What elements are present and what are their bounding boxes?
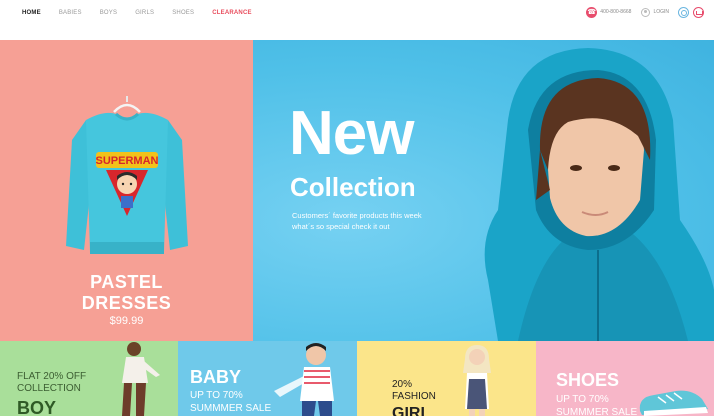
cat-girl-line1: 20% [392,379,413,390]
cat-shoes-promo: UP TO 70% SUMMMER SALE [556,393,637,416]
nav-home[interactable]: HOME [22,10,41,16]
cat-baby-promo: UP TO 70% SUMMMER SALE [190,389,271,415]
category-girl[interactable]: 20% FASHION GIRL [357,341,536,416]
search-icon[interactable] [678,6,689,18]
nav-girls[interactable]: GIRLS [135,10,154,16]
user-icon[interactable] [641,7,651,17]
main-nav: HOME BABIES BOYS GIRLS SHOES CLEARANCE [22,10,270,16]
cat-baby-title: BABY [190,367,242,387]
cat-girl-promo: 20% FASHION [392,379,436,403]
hero-tagline-line1: Customers´ favorite products this week [292,211,422,220]
hero-subtitle: Collection [290,172,416,202]
cat-shoes-line2: SUMMMER SALE [556,407,638,416]
nav-shoes[interactable]: SHOES [172,10,194,16]
pastel-dresses-banner[interactable]: SUPERMAN PASTEL DRESSES $99.99 [0,40,253,341]
phone-number: 400-800-8668 [600,9,632,15]
cat-boy-promo: FLAT 20% OFF COLLECTION [17,371,86,395]
sweater-image: SUPERMAN [66,96,188,254]
site-header: HOME BABIES BOYS GIRLS SHOES CLEARANCE ☎… [0,0,714,40]
nav-boys[interactable]: BOYS [100,10,117,16]
hero-tagline: Customers´ favorite products this week w… [292,210,482,232]
pastel-title-line1: PASTEL [90,272,163,292]
category-baby[interactable]: BABY UP TO 70% SUMMMER SALE [178,341,357,416]
girl-figure-image [463,345,491,416]
cat-girl-line2: FASHION [392,391,436,402]
cat-shoes-title: SHOES [556,370,620,390]
cat-girl-title: GIRL [392,405,431,416]
new-collection-banner[interactable]: New Collection Customers´ favorite produ… [253,40,714,341]
pastel-title-line2: DRESSES [81,293,172,313]
phone-icon: ☎ [586,6,598,18]
hero-tagline-line2: what´s so special check it out [292,222,390,231]
hero-title: New [289,99,414,168]
boy-model-image [484,48,714,341]
cat-baby-line1: UP TO 70% [190,390,243,401]
baby-boy-figure-image [274,343,334,416]
pastel-title: PASTEL DRESSES [0,272,253,314]
cart-icon[interactable] [693,6,704,18]
pastel-price: $99.99 [109,315,144,327]
category-boy[interactable]: FLAT 20% OFF COLLECTION BOY [0,341,178,416]
cat-baby-line2: SUMMMER SALE [190,403,272,414]
sneakers-image [639,390,708,416]
cat-boy-line1: FLAT 20% OFF [17,371,87,382]
sweater-print-text: SUPERMAN [96,155,159,167]
nav-clearance[interactable]: CLEARANCE [212,10,251,16]
category-shoes[interactable]: SHOES UP TO 70% SUMMMER SALE [536,341,714,416]
cat-shoes-line1: UP TO 70% [556,394,609,405]
header-tools: ☎ 400-800-8668 LOGIN [586,6,704,18]
cat-boy-title: BOY [17,398,57,416]
boy-girl-figure-image [122,342,160,416]
nav-babies[interactable]: BABIES [59,10,82,16]
cat-boy-line2: COLLECTION [17,383,81,394]
login-link[interactable]: LOGIN [653,9,669,15]
